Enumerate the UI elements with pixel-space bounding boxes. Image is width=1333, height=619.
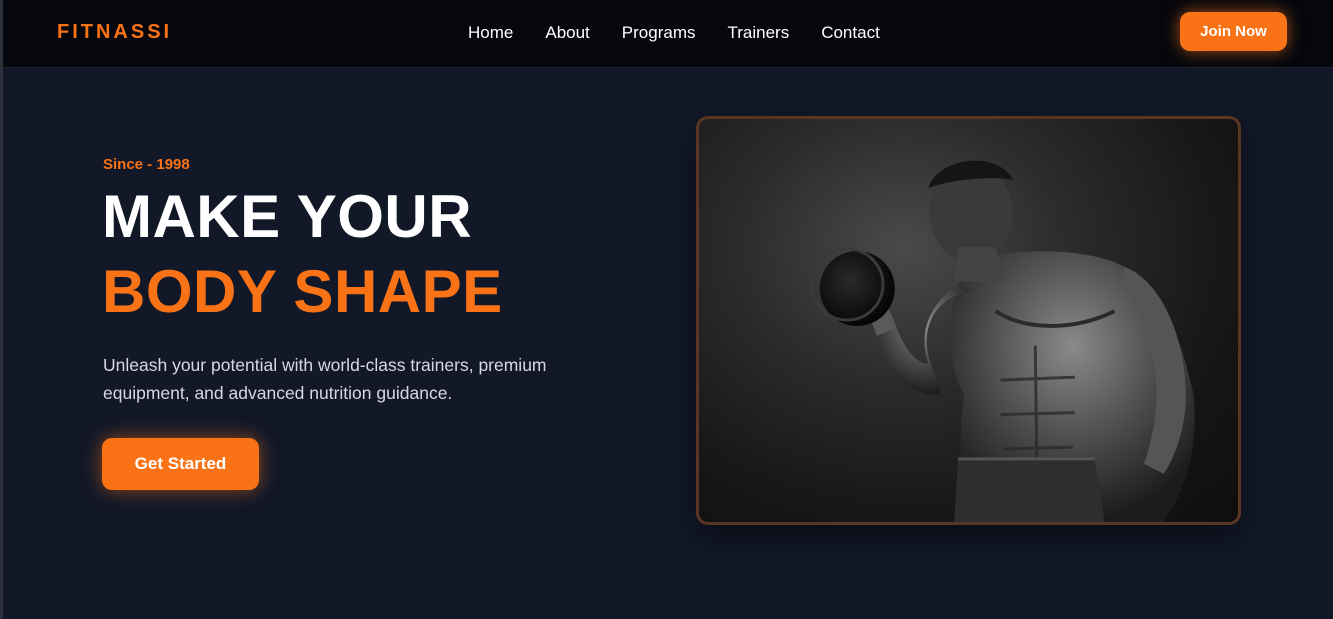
- site-header: FITNASSI Home About Programs Trainers Co…: [3, 0, 1333, 68]
- nav-item-trainers[interactable]: Trainers: [727, 22, 789, 44]
- window-left-edge: [0, 0, 3, 619]
- bodybuilder-illustration: [810, 160, 1195, 522]
- join-now-button[interactable]: Join Now: [1180, 12, 1287, 51]
- hero-tagline: Unleash your potential with world-class …: [103, 355, 547, 403]
- nav-item-programs[interactable]: Programs: [622, 22, 696, 44]
- headline-line-2: BODY SHAPE: [102, 258, 503, 325]
- nav-item-about[interactable]: About: [545, 22, 589, 44]
- brand-logo[interactable]: FITNASSI: [57, 21, 172, 44]
- headline-line-1: MAKE YOUR: [102, 183, 473, 250]
- main-nav: Home About Programs Trainers Contact: [468, 22, 880, 44]
- since-label: Since - 1998: [103, 156, 190, 173]
- nav-item-home[interactable]: Home: [468, 22, 513, 44]
- nav-item-contact[interactable]: Contact: [821, 22, 880, 44]
- hero-image: [696, 116, 1241, 525]
- get-started-button[interactable]: Get Started: [102, 438, 259, 490]
